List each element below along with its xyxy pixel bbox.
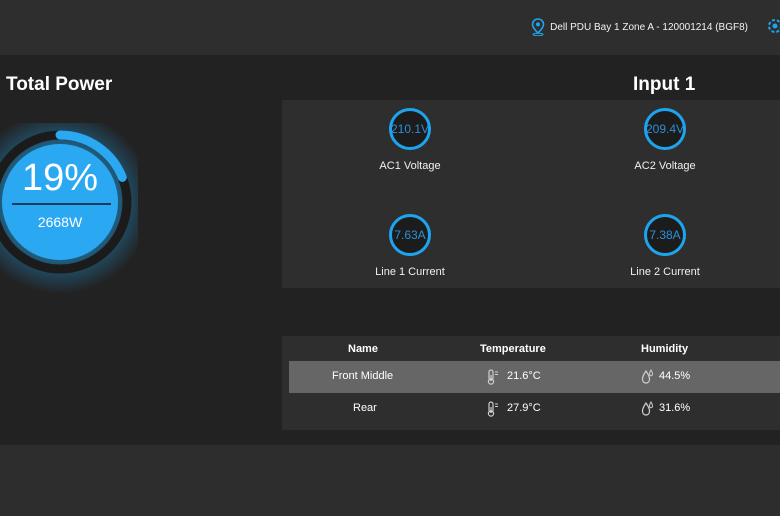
location-pin-icon (531, 18, 545, 36)
thermometer-icon (487, 401, 498, 417)
metric-value: 210.1V (390, 122, 430, 136)
metric-label: AC1 Voltage (379, 160, 441, 172)
humidity-icon (641, 401, 654, 416)
input-title: Input 1 (633, 74, 696, 95)
sensor-humidity: 31.6% (659, 402, 691, 414)
sensor-name: Rear (353, 402, 377, 414)
device-selector[interactable]: Dell PDU Bay 1 Zone A - 120001214 (BGF8) (531, 17, 748, 37)
metric-ac1-voltage: 210.1V AC1 Voltage (310, 108, 510, 172)
total-power-gauge (0, 123, 138, 293)
metric-value: 7.63A (394, 228, 426, 242)
metric-gauge: 209.4V (644, 108, 686, 150)
metric-ac2-voltage: 209.4V AC2 Voltage (565, 108, 765, 172)
footer-bar (0, 445, 780, 516)
sensor-temperature: 21.6°C (507, 370, 541, 382)
metric-value: 7.38A (649, 228, 681, 242)
sensor-temperature: 27.9°C (507, 402, 541, 414)
humidity-icon (641, 369, 654, 384)
settings-button[interactable] (766, 17, 780, 35)
metric-line1-current: 7.63A Line 1 Current (310, 214, 510, 278)
metric-label: Line 1 Current (375, 266, 445, 278)
gauge-divider (12, 203, 111, 205)
top-bar: Dell PDU Bay 1 Zone A - 120001214 (BGF8) (0, 0, 780, 55)
total-power-percent: 19% (21, 157, 99, 199)
metric-value: 209.4V (645, 122, 685, 136)
sensor-humidity: 44.5% (659, 370, 691, 382)
total-power-watts: 2668W (37, 214, 83, 230)
metric-label: AC2 Voltage (634, 160, 696, 172)
metric-gauge: 7.63A (389, 214, 431, 256)
thermometer-icon (487, 369, 498, 385)
column-header-humidity[interactable]: Humidity (641, 343, 688, 355)
metric-line2-current: 7.38A Line 2 Current (565, 214, 765, 278)
table-row[interactable]: Rear 27.9°C 31.6% (289, 393, 780, 425)
metric-label: Line 2 Current (630, 266, 700, 278)
table-row[interactable]: Front Middle 21.6°C 44.5% (289, 361, 780, 393)
column-header-name[interactable]: Name (348, 343, 378, 355)
metric-gauge: 7.38A (644, 214, 686, 256)
settings-gear-icon (768, 19, 780, 33)
sensor-name: Front Middle (332, 370, 394, 382)
column-header-temperature[interactable]: Temperature (480, 343, 546, 355)
total-power-title: Total Power (6, 74, 113, 95)
device-label: Dell PDU Bay 1 Zone A - 120001214 (BGF8) (550, 21, 748, 33)
metric-gauge: 210.1V (389, 108, 431, 150)
